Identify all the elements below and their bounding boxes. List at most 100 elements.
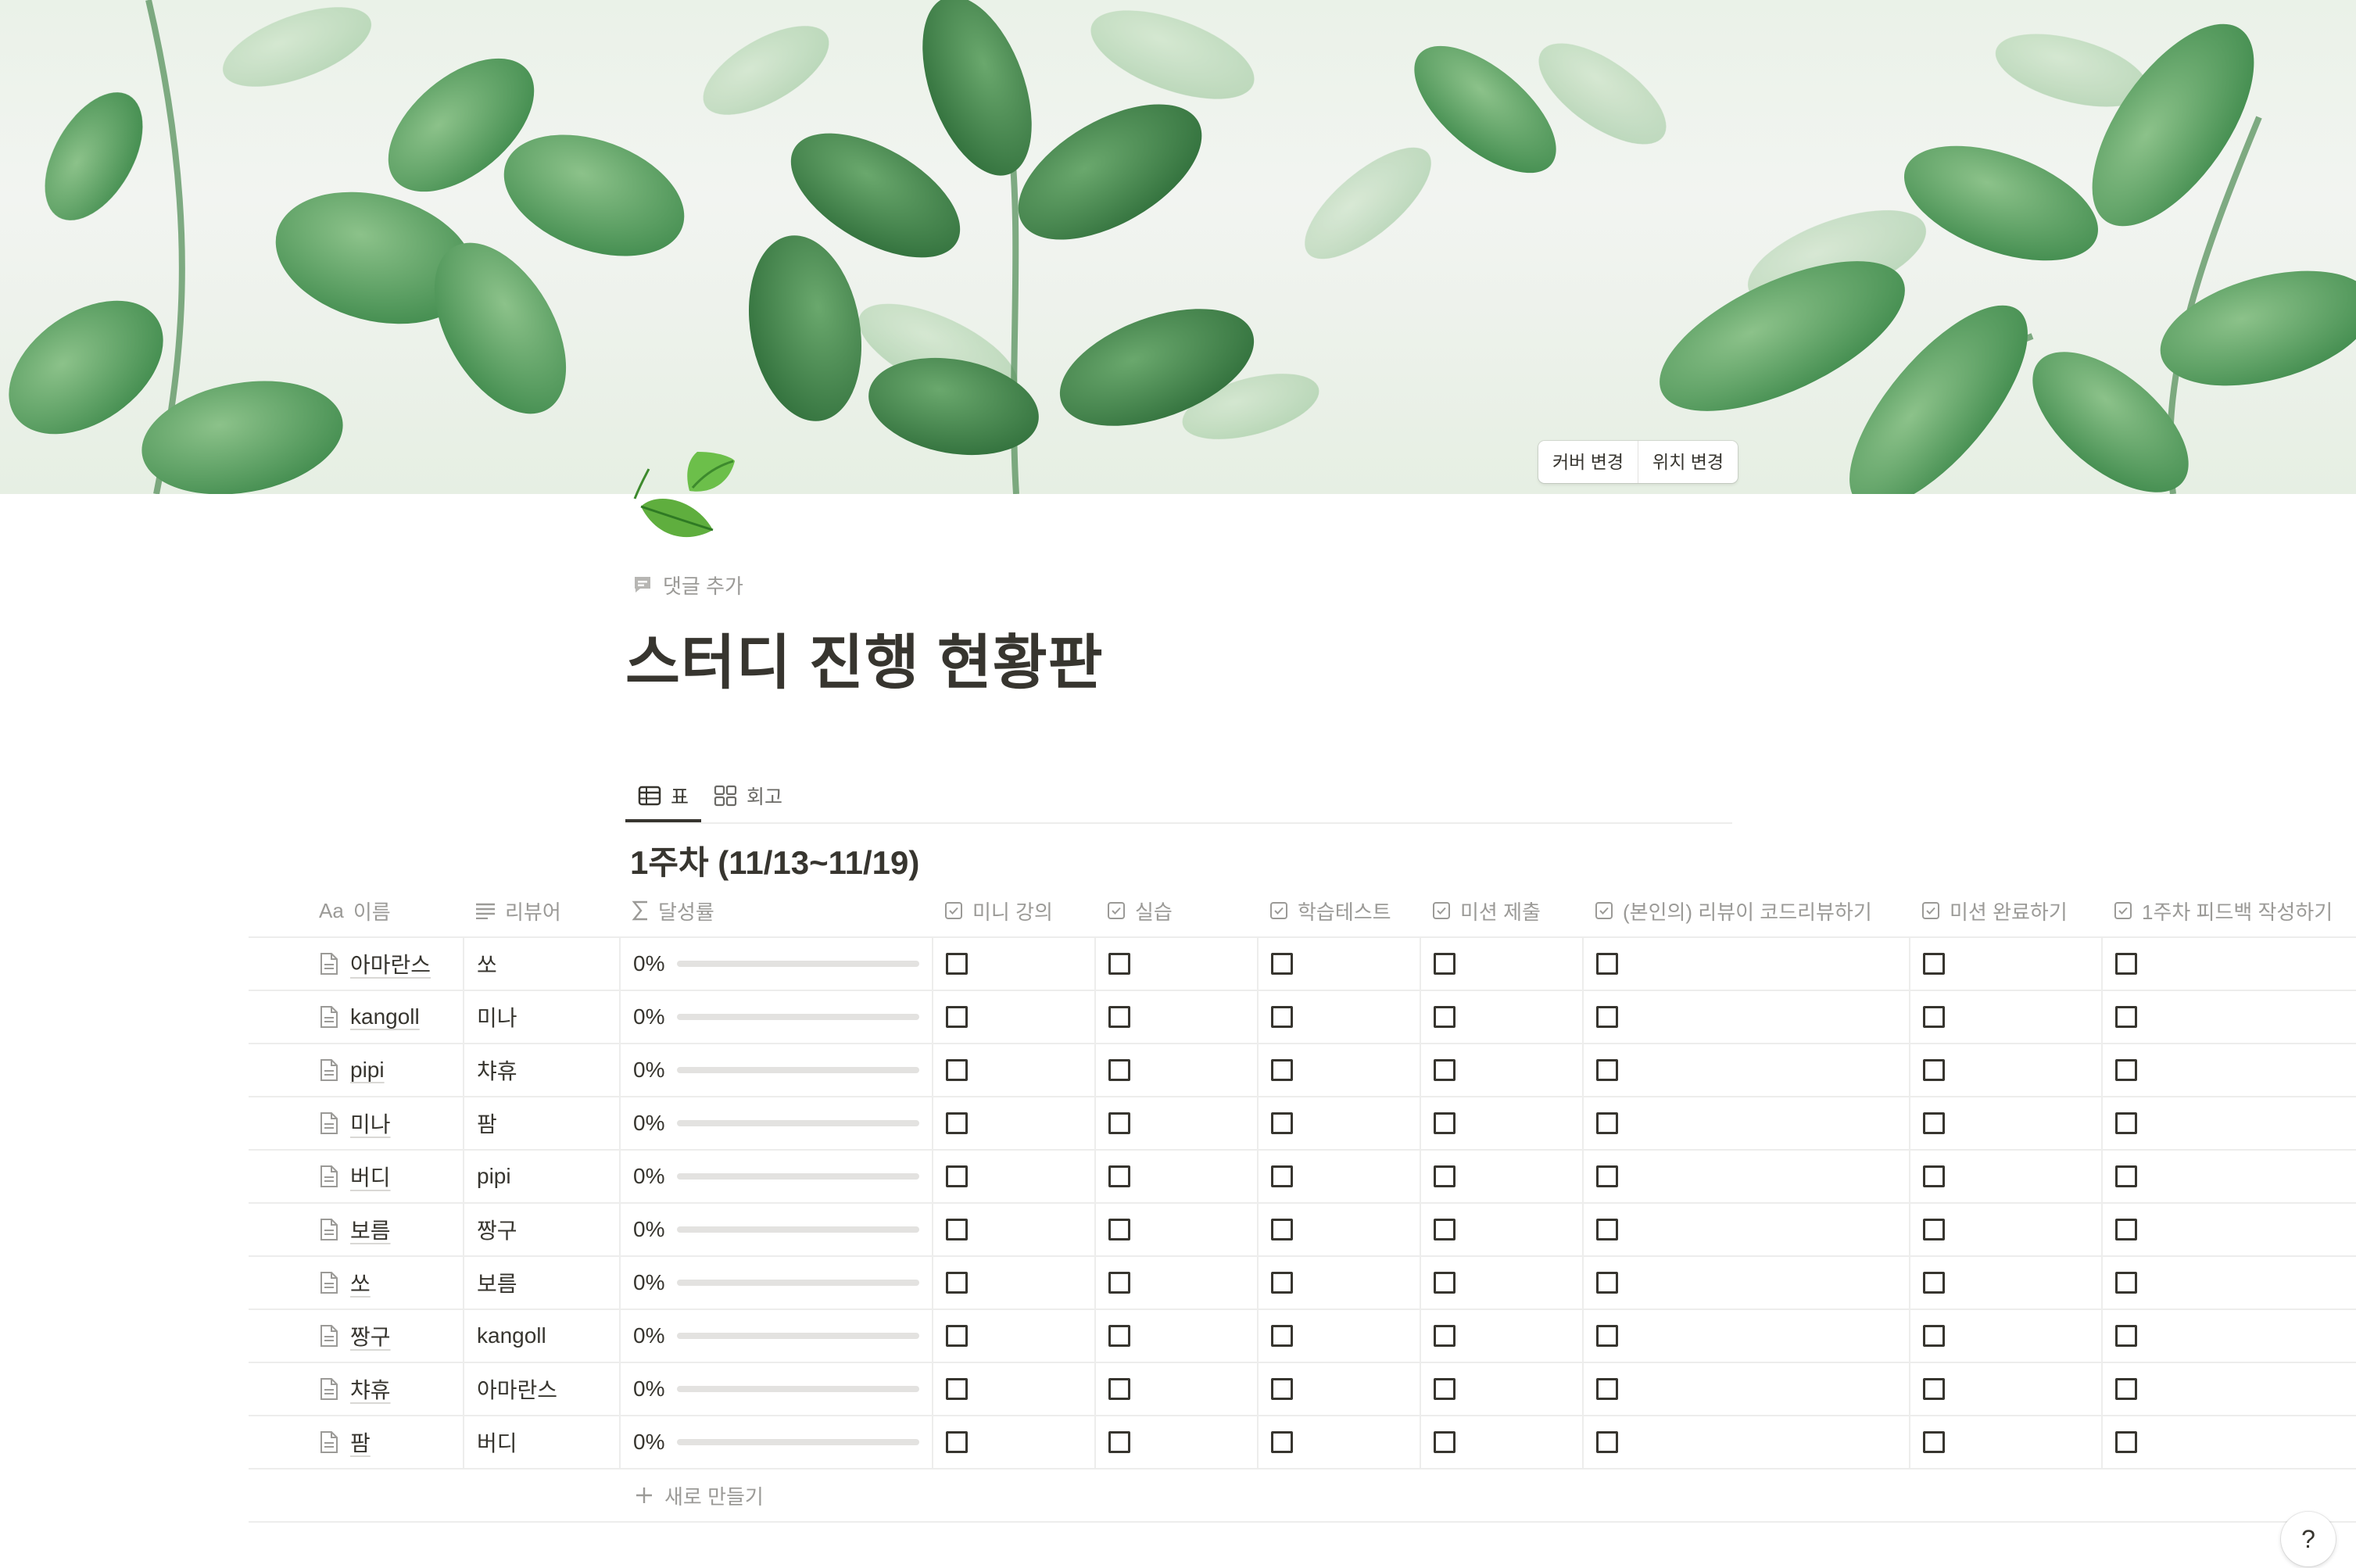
group-title[interactable]: 1주차 (11/13~11/19) — [630, 836, 919, 884]
name-cell[interactable]: pipi — [306, 1044, 463, 1096]
checkbox[interactable] — [1271, 1219, 1293, 1240]
reviewer-cell[interactable]: 아마란스 — [463, 1363, 619, 1415]
checkbox[interactable] — [1434, 1112, 1455, 1134]
checkbox[interactable] — [1271, 1272, 1293, 1294]
checkbox[interactable] — [2115, 1165, 2137, 1187]
reviewer-cell[interactable]: 팜 — [463, 1097, 619, 1149]
checkbox[interactable] — [2115, 1378, 2137, 1400]
checkbox[interactable] — [1923, 1219, 1945, 1240]
checkbox[interactable] — [1923, 1378, 1945, 1400]
checkbox[interactable] — [2115, 953, 2137, 975]
name-cell[interactable]: 아마란스 — [306, 938, 463, 990]
column-header-mission-submit[interactable]: 미션 제출 — [1420, 885, 1582, 936]
column-header-name[interactable]: Aa 이름 — [306, 885, 463, 936]
column-header-code-review[interactable]: (본인의) 리뷰이 코드리뷰하기 — [1582, 885, 1909, 936]
checkbox[interactable] — [2115, 1059, 2137, 1081]
add-comment-button[interactable]: 댓글 추가 — [632, 571, 743, 599]
checkbox[interactable] — [1108, 1059, 1130, 1081]
checkbox[interactable] — [2115, 1431, 2137, 1453]
checkbox[interactable] — [946, 1325, 968, 1347]
checkbox[interactable] — [1108, 1272, 1130, 1294]
checkbox[interactable] — [1108, 1165, 1130, 1187]
checkbox[interactable] — [1108, 1219, 1130, 1240]
checkbox[interactable] — [1271, 953, 1293, 975]
checkbox[interactable] — [1596, 1431, 1618, 1453]
reviewer-cell[interactable]: 버디 — [463, 1416, 619, 1468]
checkbox[interactable] — [2115, 1325, 2137, 1347]
row-name[interactable]: 팜 — [350, 1427, 371, 1458]
progress-cell[interactable]: 0% — [619, 991, 932, 1043]
checkbox[interactable] — [946, 1378, 968, 1400]
table-row[interactable]: 팜 버디 0% — [249, 1415, 2356, 1470]
column-header-reviewer[interactable]: 리뷰어 — [463, 885, 619, 936]
new-row-button[interactable]: 새로 만들기 — [249, 1470, 2356, 1523]
help-button[interactable]: ? — [2281, 1512, 2336, 1566]
checkbox[interactable] — [1596, 1378, 1618, 1400]
reposition-cover-button[interactable]: 위치 변경 — [1638, 441, 1738, 483]
checkbox[interactable] — [1434, 953, 1455, 975]
table-row[interactable]: pipi 챠휴 0% — [249, 1043, 2356, 1096]
checkbox[interactable] — [1271, 1059, 1293, 1081]
checkbox[interactable] — [1271, 1325, 1293, 1347]
progress-cell[interactable]: 0% — [619, 1151, 932, 1202]
checkbox[interactable] — [1108, 953, 1130, 975]
progress-cell[interactable]: 0% — [619, 1310, 932, 1362]
progress-cell[interactable]: 0% — [619, 1257, 932, 1308]
checkbox[interactable] — [1923, 1325, 1945, 1347]
row-name[interactable]: 챠휴 — [350, 1373, 391, 1405]
checkbox[interactable] — [1923, 1165, 1945, 1187]
checkbox[interactable] — [2115, 1112, 2137, 1134]
checkbox[interactable] — [1434, 1431, 1455, 1453]
row-name[interactable]: 버디 — [350, 1161, 391, 1192]
table-row[interactable]: 챠휴 아마란스 0% — [249, 1362, 2356, 1415]
progress-cell[interactable]: 0% — [619, 1044, 932, 1096]
row-name[interactable]: 쏘 — [350, 1267, 371, 1298]
checkbox[interactable] — [1271, 1378, 1293, 1400]
tab-table-view[interactable]: 표 — [625, 771, 702, 822]
name-cell[interactable]: kangoll — [306, 991, 463, 1043]
reviewer-cell[interactable]: 미나 — [463, 991, 619, 1043]
checkbox[interactable] — [1271, 1431, 1293, 1453]
name-cell[interactable]: 쏘 — [306, 1257, 463, 1308]
row-name[interactable]: 보름 — [350, 1214, 391, 1245]
checkbox[interactable] — [1923, 953, 1945, 975]
checkbox[interactable] — [946, 1112, 968, 1134]
checkbox[interactable] — [1596, 1112, 1618, 1134]
checkbox[interactable] — [946, 1272, 968, 1294]
row-name[interactable]: 짱구 — [350, 1320, 391, 1351]
checkbox[interactable] — [1596, 1325, 1618, 1347]
checkbox[interactable] — [1434, 1325, 1455, 1347]
checkbox[interactable] — [1434, 1059, 1455, 1081]
column-header-mission-complete[interactable]: 미션 완료하기 — [1909, 885, 2101, 936]
reviewer-cell[interactable]: 쏘 — [463, 938, 619, 990]
name-cell[interactable]: 버디 — [306, 1151, 463, 1202]
checkbox[interactable] — [1923, 1272, 1945, 1294]
checkbox[interactable] — [2115, 1006, 2137, 1028]
reviewer-cell[interactable]: 짱구 — [463, 1204, 619, 1255]
checkbox[interactable] — [946, 953, 968, 975]
checkbox[interactable] — [1434, 1006, 1455, 1028]
table-row[interactable]: kangoll 미나 0% — [249, 990, 2356, 1043]
name-cell[interactable]: 챠휴 — [306, 1363, 463, 1415]
row-name[interactable]: pipi — [350, 1058, 385, 1083]
reviewer-cell[interactable]: kangoll — [463, 1310, 619, 1362]
checkbox[interactable] — [1434, 1219, 1455, 1240]
checkbox[interactable] — [1596, 1006, 1618, 1028]
checkbox[interactable] — [1596, 1272, 1618, 1294]
name-cell[interactable]: 보름 — [306, 1204, 463, 1255]
checkbox[interactable] — [1434, 1165, 1455, 1187]
checkbox[interactable] — [946, 1431, 968, 1453]
row-name[interactable]: 미나 — [350, 1108, 391, 1139]
page-title[interactable]: 스터디 진행 현황판 — [625, 614, 1104, 700]
table-row[interactable]: 아마란스 쏘 0% — [249, 936, 2356, 990]
reviewer-cell[interactable]: 보름 — [463, 1257, 619, 1308]
checkbox[interactable] — [1923, 1006, 1945, 1028]
checkbox[interactable] — [2115, 1272, 2137, 1294]
progress-cell[interactable]: 0% — [619, 938, 932, 990]
table-row[interactable]: 미나 팜 0% — [249, 1096, 2356, 1149]
checkbox[interactable] — [1108, 1431, 1130, 1453]
checkbox[interactable] — [1596, 1059, 1618, 1081]
checkbox[interactable] — [1271, 1112, 1293, 1134]
leaf-fluttering-icon[interactable] — [625, 444, 743, 561]
checkbox[interactable] — [1108, 1325, 1130, 1347]
